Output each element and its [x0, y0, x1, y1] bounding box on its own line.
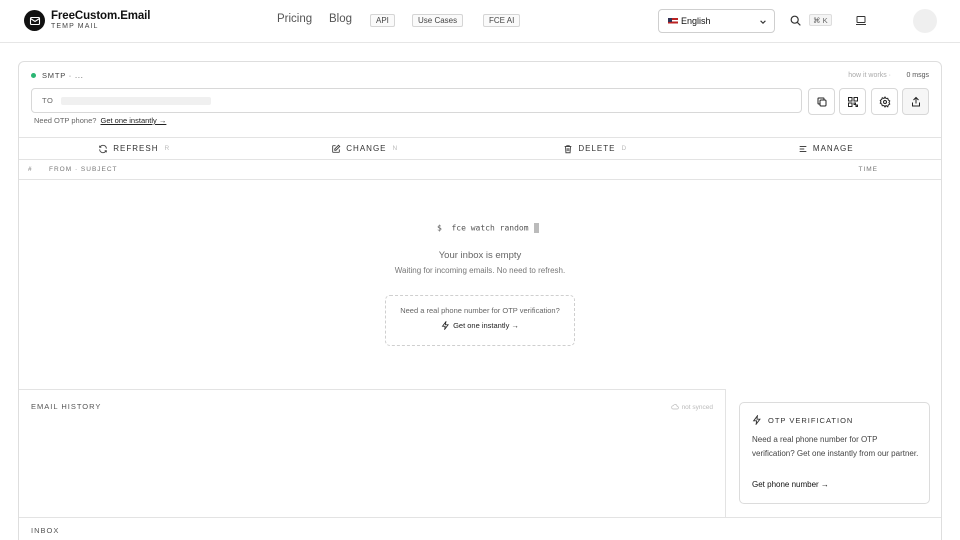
nav-link-pricing[interactable]: Pricing [277, 13, 312, 25]
how-it-works-link[interactable]: how it works · [848, 72, 891, 79]
email-history-title: EMAIL HISTORY [31, 402, 102, 411]
avatar[interactable] [913, 9, 937, 33]
delete-button[interactable]: DELETE D [480, 138, 711, 159]
to-label: TO [42, 96, 54, 105]
status-dot [31, 73, 36, 78]
cli-prompt: $ [437, 223, 442, 233]
share-button[interactable] [902, 88, 929, 115]
otp-panel-header: OTP VERIFICATION [752, 415, 853, 425]
cursor-block [533, 223, 539, 233]
list-icon [799, 145, 807, 152]
delete-shortcut: D [621, 145, 628, 152]
smtp-status-text: SMTP · ... [42, 71, 84, 80]
action-bar: REFRESH R CHANGE N DELETE D MANAGE [19, 137, 941, 160]
refresh-icon [99, 144, 108, 153]
qr-code-icon [847, 96, 858, 107]
settings-icon [879, 95, 890, 108]
sync-status: not synced [670, 403, 713, 411]
lightning-icon [441, 321, 450, 330]
trash-icon [564, 144, 572, 153]
lightning-icon [752, 415, 761, 425]
us-flag-icon [668, 17, 678, 25]
empty-title: Your inbox is empty [438, 250, 522, 261]
chevron-down-icon [760, 20, 766, 24]
language-label: English [681, 16, 711, 26]
copy-button[interactable] [808, 88, 835, 115]
sync-status-text: not synced [681, 403, 713, 411]
laptop-icon[interactable] [855, 15, 867, 26]
cli-command-text: fce watch random [451, 223, 529, 233]
otp-panel-text: Need a real phone number for OTP verific… [752, 435, 919, 458]
inbox-title: INBOX [31, 526, 60, 535]
settings-button[interactable] [871, 88, 898, 115]
search-shortcut: ⌘ K [809, 14, 832, 26]
refresh-button[interactable]: REFRESH R [19, 138, 250, 159]
language-select[interactable]: English [658, 9, 775, 33]
otp-verification-panel: OTP VERIFICATION Need a real phone numbe… [739, 402, 930, 504]
get-phone-number-link[interactable]: Get phone number → [752, 480, 829, 489]
otp-panel-title: OTP VERIFICATION [768, 415, 854, 425]
copy-icon [817, 97, 826, 106]
refresh-shortcut: R [164, 145, 171, 152]
empty-subtitle: Waiting for incoming emails. No need to … [394, 266, 566, 275]
column-index: # [28, 166, 33, 173]
to-address-field[interactable]: TO [31, 88, 802, 113]
brand-name: FreeCustom.Email [51, 9, 151, 22]
mailbox-card: SMTP · ... how it works · 0 msgs TO Need… [18, 61, 942, 540]
email-history-panel: EMAIL HISTORY not synced [19, 389, 726, 517]
edit-icon [332, 144, 341, 153]
brand-logo[interactable]: FreeCustom.Email TEMP MAIL [24, 10, 150, 31]
otp-promo-box: Need a real phone number for OTP verific… [385, 295, 575, 346]
inbox-section: INBOX [19, 517, 941, 540]
manage-button[interactable]: MANAGE [711, 138, 942, 159]
column-time: TIME [858, 166, 878, 173]
share-icon [911, 96, 920, 106]
otp-promo-link-text: Get one instantly → [453, 321, 519, 330]
get-otp-link[interactable]: Get one instantly → [101, 116, 167, 125]
change-button[interactable]: CHANGE N [250, 138, 481, 159]
email-address-input[interactable] [61, 96, 212, 105]
nav-link-blog[interactable]: Blog [329, 13, 352, 25]
search-icon[interactable] [789, 14, 802, 27]
cloud-off-icon [670, 404, 679, 410]
nav-pill-fce-ai[interactable]: FCE AI [483, 14, 521, 27]
refresh-label: REFRESH [113, 144, 159, 153]
column-from-subject: FROM · SUBJECT [49, 166, 118, 173]
change-shortcut: N [392, 145, 399, 152]
qr-code-button[interactable] [839, 88, 866, 115]
nav-pill-api[interactable]: API [370, 14, 395, 27]
cli-command: $ fce watch random [437, 223, 539, 233]
nav-pill-use-cases[interactable]: Use Cases [412, 14, 464, 27]
need-otp-line: Need OTP phone? Get one instantly → [34, 116, 166, 125]
smtp-status: SMTP · ... [31, 71, 84, 80]
otp-promo-question: Need a real phone number for OTP verific… [400, 306, 560, 315]
mail-icon [24, 10, 45, 31]
manage-label: MANAGE [812, 144, 854, 153]
delete-label: DELETE [578, 144, 616, 153]
table-header: # FROM · SUBJECT TIME [19, 160, 941, 180]
change-label: CHANGE [346, 144, 387, 153]
top-header: FreeCustom.Email TEMP MAIL Pricing Blog … [0, 0, 960, 43]
otp-promo-link[interactable]: Get one instantly → [386, 321, 574, 330]
need-otp-text: Need OTP phone? [34, 116, 97, 125]
brand-tagline: TEMP MAIL [51, 23, 99, 31]
message-count: 0 msgs [906, 72, 929, 79]
empty-inbox-state: $ fce watch random Your inbox is empty W… [19, 180, 941, 389]
